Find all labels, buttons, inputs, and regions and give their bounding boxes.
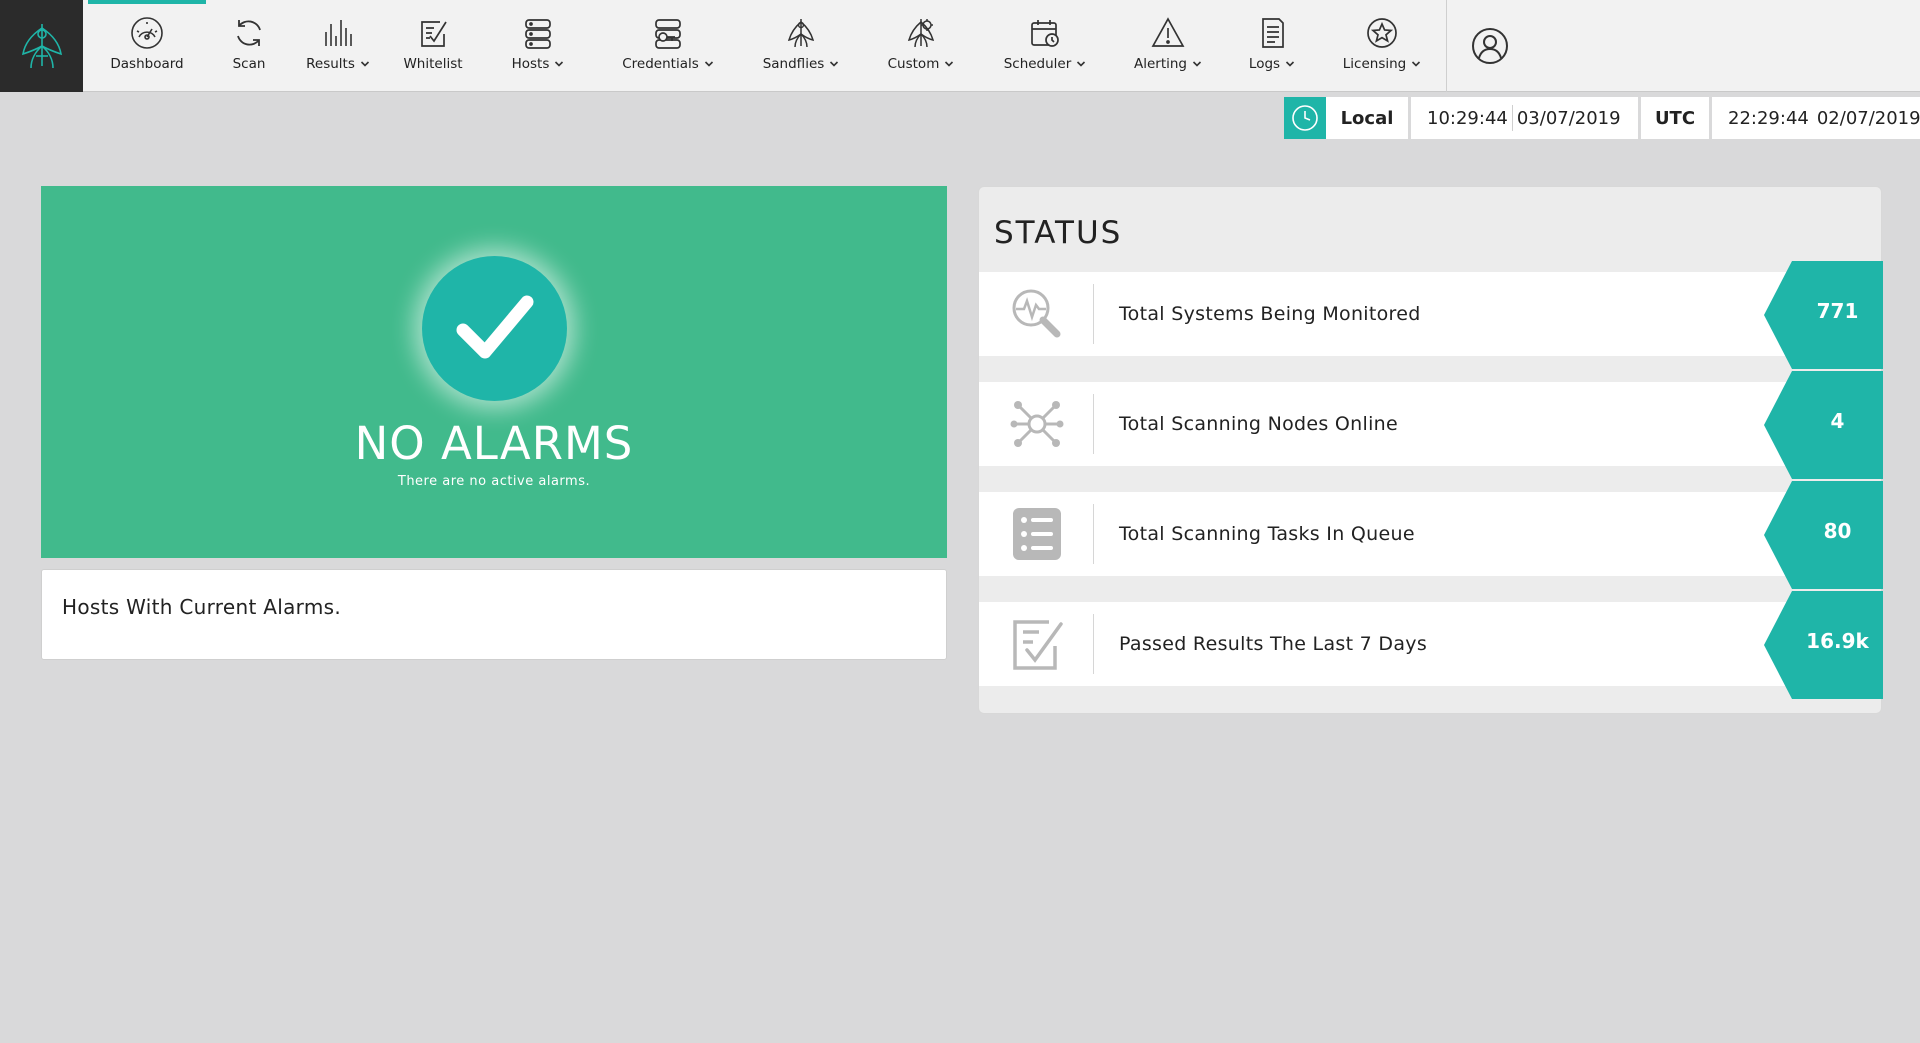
refresh-icon bbox=[229, 14, 269, 52]
chevron-down-icon bbox=[1412, 61, 1421, 67]
nav-custom-label: Custom bbox=[887, 56, 940, 72]
nav-divider bbox=[1446, 0, 1447, 92]
status-value-badge: 771 bbox=[1764, 261, 1883, 369]
chevron-down-icon bbox=[830, 61, 839, 67]
row-divider bbox=[1093, 504, 1094, 564]
nav-scheduler-label: Scheduler bbox=[1003, 56, 1072, 72]
nav-scan-label: Scan bbox=[232, 56, 266, 72]
row-divider bbox=[1093, 394, 1094, 454]
alarm-subtitle: There are no active alarms. bbox=[397, 474, 591, 489]
chevron-down-icon bbox=[945, 61, 954, 67]
utc-time: 22:29:44 bbox=[1728, 107, 1809, 129]
monitor-search-icon bbox=[1007, 284, 1067, 344]
star-badge-icon bbox=[1362, 14, 1402, 52]
nav-custom[interactable]: Custom bbox=[884, 0, 958, 92]
document-icon bbox=[1252, 14, 1292, 52]
status-label: Total Scanning Nodes Online bbox=[1119, 413, 1398, 435]
status-row-scanning-nodes[interactable]: Total Scanning Nodes Online 4 bbox=[979, 371, 1883, 479]
custom-sandfly-icon bbox=[901, 14, 941, 52]
nav-results-label: Results bbox=[306, 56, 355, 72]
nav-licensing-label: Licensing bbox=[1342, 56, 1407, 72]
utc-date: 02/07/2019 bbox=[1816, 107, 1920, 129]
nav-sandflies-label: Sandflies bbox=[762, 56, 825, 72]
credentials-icon bbox=[648, 14, 688, 52]
nav-credentials[interactable]: Credentials bbox=[618, 0, 718, 92]
status-title: STATUS bbox=[994, 215, 1123, 251]
passed-check-icon bbox=[1007, 614, 1067, 674]
local-date: 03/07/2019 bbox=[1516, 107, 1621, 129]
nav-scheduler[interactable]: Scheduler bbox=[1000, 0, 1090, 92]
task-list-icon bbox=[1007, 504, 1067, 564]
user-icon bbox=[1472, 28, 1508, 64]
status-value: 771 bbox=[1816, 299, 1859, 323]
nav-logs-label: Logs bbox=[1248, 56, 1281, 72]
local-time: 10:29:44 bbox=[1427, 107, 1508, 129]
status-value: 4 bbox=[1830, 409, 1845, 433]
sandfly-icon bbox=[781, 14, 821, 52]
utc-datetime: 22:29:44 02/07/2019 bbox=[1712, 97, 1920, 139]
top-navigation-bar: Dashboard Scan Results Whitelist Hosts C… bbox=[0, 0, 1920, 92]
nav-scan[interactable]: Scan bbox=[214, 0, 284, 92]
status-panel: STATUS Total Systems Being Monitored 771… bbox=[978, 186, 1883, 714]
nav-hosts[interactable]: Hosts bbox=[504, 0, 572, 92]
chevron-down-icon bbox=[555, 61, 564, 67]
row-divider bbox=[1093, 614, 1094, 674]
chevron-down-icon bbox=[360, 61, 369, 67]
nav-dashboard-label: Dashboard bbox=[110, 56, 184, 72]
checkmark-icon bbox=[421, 256, 567, 401]
chevron-down-icon bbox=[1286, 61, 1295, 67]
nav-credentials-label: Credentials bbox=[622, 56, 699, 72]
status-label: Passed Results The Last 7 Days bbox=[1119, 633, 1428, 655]
checklist-icon bbox=[413, 14, 453, 52]
local-datetime: 10:29:44 03/07/2019 bbox=[1411, 97, 1638, 139]
status-label: Total Scanning Tasks In Queue bbox=[1119, 523, 1415, 545]
user-account-button[interactable] bbox=[1468, 24, 1512, 68]
nav-sandflies[interactable]: Sandflies bbox=[760, 0, 842, 92]
hosts-with-alarms-title: Hosts With Current Alarms. bbox=[62, 595, 341, 619]
nav-alerting-label: Alerting bbox=[1133, 56, 1187, 72]
servers-icon bbox=[518, 14, 558, 52]
clock-icon bbox=[1284, 97, 1326, 139]
nav-hosts-label: Hosts bbox=[511, 56, 550, 72]
calendar-clock-icon bbox=[1025, 14, 1065, 52]
nav-logs[interactable]: Logs bbox=[1244, 0, 1300, 92]
alarm-status-panel: NO ALARMS There are no active alarms. bbox=[41, 186, 947, 558]
status-value: 16.9k bbox=[1806, 629, 1869, 653]
main-nav: Dashboard Scan Results Whitelist Hosts C… bbox=[88, 0, 1446, 92]
status-row-systems-monitored[interactable]: Total Systems Being Monitored 771 bbox=[979, 261, 1883, 369]
status-value: 80 bbox=[1823, 519, 1852, 543]
utc-label: UTC bbox=[1641, 97, 1709, 139]
status-row-scanning-tasks[interactable]: Total Scanning Tasks In Queue 80 bbox=[979, 481, 1883, 589]
chevron-down-icon bbox=[704, 61, 713, 67]
nav-results[interactable]: Results bbox=[296, 0, 380, 92]
sandfly-logo-icon bbox=[21, 24, 62, 69]
nav-licensing[interactable]: Licensing bbox=[1340, 0, 1424, 92]
nav-whitelist[interactable]: Whitelist bbox=[398, 0, 468, 92]
alarm-title: NO ALARMS bbox=[354, 417, 634, 470]
nav-dashboard[interactable]: Dashboard bbox=[88, 0, 206, 92]
gauge-icon bbox=[127, 14, 167, 52]
hosts-with-alarms-panel: Hosts With Current Alarms. bbox=[41, 569, 947, 660]
nav-whitelist-label: Whitelist bbox=[403, 56, 463, 72]
time-date-separator bbox=[1511, 105, 1513, 131]
status-label: Total Systems Being Monitored bbox=[1119, 303, 1421, 325]
warning-icon bbox=[1148, 14, 1188, 52]
row-divider bbox=[1093, 284, 1094, 344]
bars-icon bbox=[318, 14, 358, 52]
nav-alerting[interactable]: Alerting bbox=[1129, 0, 1207, 92]
status-value-badge: 80 bbox=[1764, 481, 1883, 589]
clock-bar: Local 10:29:44 03/07/2019 UTC 22:29:44 0… bbox=[1284, 97, 1920, 139]
local-label: Local bbox=[1326, 97, 1408, 139]
sandfly-logo[interactable] bbox=[0, 0, 83, 92]
status-value-badge: 4 bbox=[1764, 371, 1883, 479]
network-nodes-icon bbox=[1007, 394, 1067, 454]
status-value-badge: 16.9k bbox=[1764, 591, 1883, 699]
status-row-passed-results[interactable]: Passed Results The Last 7 Days 16.9k bbox=[979, 591, 1883, 699]
chevron-down-icon bbox=[1192, 61, 1202, 67]
chevron-down-icon bbox=[1077, 61, 1086, 67]
